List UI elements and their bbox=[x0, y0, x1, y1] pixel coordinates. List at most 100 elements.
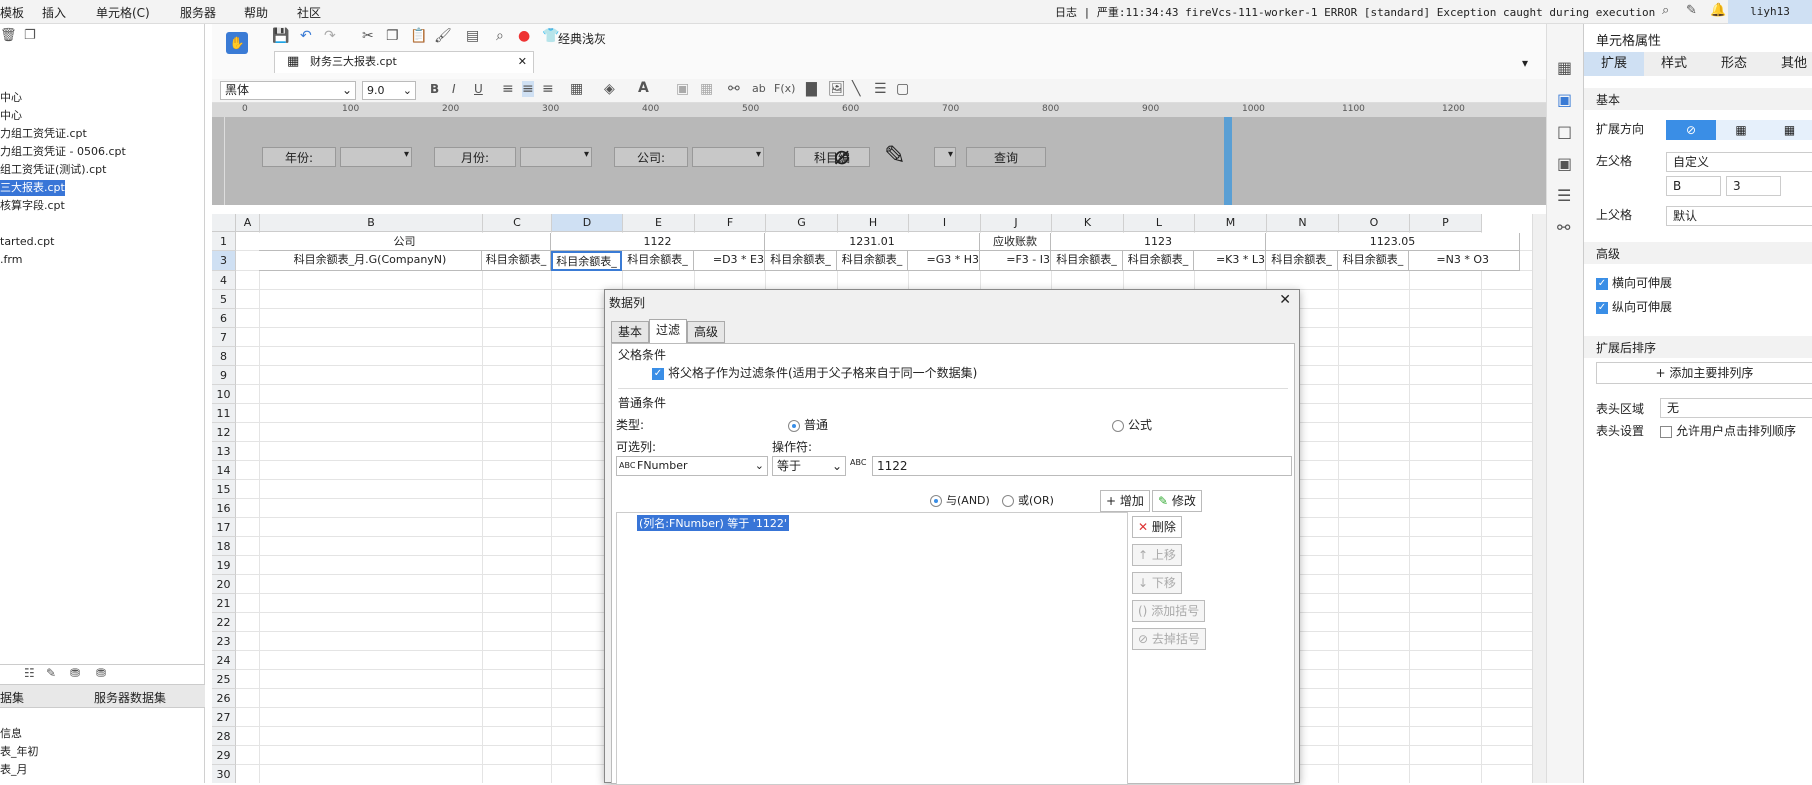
log-message[interactable]: 日志 | 严重:11:34:43 fireVcs-111-worker-1 ER… bbox=[1055, 4, 1655, 20]
tree-item[interactable]: 力组工资凭证.cpt bbox=[0, 126, 87, 142]
cell-G3[interactable]: 科目余额表_ bbox=[765, 251, 837, 271]
cell-B3[interactable]: 科目余额表_月.G(CompanyN) bbox=[259, 251, 482, 271]
cell-D3-selected[interactable]: 科目余额表_ bbox=[551, 251, 622, 271]
tab-other[interactable]: 其他 bbox=[1764, 52, 1812, 76]
column-header-D[interactable]: D bbox=[552, 214, 623, 232]
row-header-17[interactable]: 17 bbox=[212, 518, 236, 537]
type-normal-radio[interactable]: 普通 bbox=[788, 416, 828, 433]
row-header-9[interactable]: 9 bbox=[212, 366, 236, 385]
italic-icon[interactable]: I bbox=[452, 82, 456, 96]
tab-basic[interactable]: 基本 bbox=[611, 321, 650, 343]
allow-sort-checkbox[interactable]: 允许用户点击排列顺序 bbox=[1660, 422, 1796, 439]
cell-C3[interactable]: 科目余额表_ bbox=[482, 251, 551, 271]
column-header-L[interactable]: L bbox=[1124, 214, 1195, 232]
close-icon[interactable]: ✕ bbox=[518, 52, 527, 72]
dataset-icon[interactable]: ☷ bbox=[24, 666, 35, 680]
tree-item[interactable]: 组工资凭证(测试).cpt bbox=[0, 162, 106, 178]
column-header-C[interactable]: C bbox=[483, 214, 552, 232]
menu-template[interactable]: 模板 bbox=[0, 4, 24, 21]
subject-combo[interactable]: ▾ bbox=[934, 147, 956, 167]
row-header-16[interactable]: 16 bbox=[212, 499, 236, 518]
theme-label[interactable]: 经典浅灰 bbox=[558, 30, 606, 47]
bell-icon[interactable]: 🔔 bbox=[1710, 3, 1726, 18]
cell-element-icon[interactable]: ▦ bbox=[1557, 58, 1572, 77]
close-icon[interactable]: ✕ bbox=[1279, 292, 1291, 308]
menu-insert[interactable]: 插入 bbox=[42, 4, 66, 21]
row-header-7[interactable]: 7 bbox=[212, 328, 236, 347]
delete-icon[interactable]: 🗑 bbox=[0, 28, 17, 43]
type-formula-radio[interactable]: 公式 bbox=[1112, 416, 1152, 433]
row-header-28[interactable]: 28 bbox=[212, 727, 236, 746]
move-up-button[interactable]: ↑ 上移 bbox=[1132, 544, 1182, 566]
row-header-6[interactable]: 6 bbox=[212, 309, 236, 328]
cell-P3[interactable]: =N3 * O3 bbox=[1409, 251, 1520, 271]
dataset-item[interactable]: 表_年初 bbox=[0, 744, 39, 760]
tab-file[interactable]: ▦ 财务三大报表.cpt ✕ bbox=[274, 51, 534, 73]
cell-H3[interactable]: 科目余额表_ bbox=[837, 251, 908, 271]
search-icon[interactable]: ⌕ bbox=[1662, 3, 1669, 18]
corner-cell[interactable] bbox=[212, 214, 236, 232]
cell-border-icon[interactable]: ▢ bbox=[896, 81, 909, 97]
link-icon[interactable]: ⚯ bbox=[728, 81, 740, 97]
edit-icon[interactable]: ✎ bbox=[1686, 3, 1697, 18]
row-header-27[interactable]: 27 bbox=[212, 708, 236, 727]
condition-item-selected[interactable]: (列名:FNumber) 等于 '1122' bbox=[637, 515, 789, 531]
tab-server-datasets[interactable]: 服务器数据集 bbox=[94, 689, 166, 706]
tab-advanced[interactable]: 高级 bbox=[687, 321, 726, 343]
menu-server[interactable]: 服务器 bbox=[180, 4, 216, 21]
row-header-23[interactable]: 23 bbox=[212, 632, 236, 651]
menu-help[interactable]: 帮助 bbox=[244, 4, 268, 21]
column-header-F[interactable]: F bbox=[695, 214, 766, 232]
vertical-scrollbar[interactable] bbox=[1532, 214, 1546, 783]
row-header-26[interactable]: 26 bbox=[212, 689, 236, 708]
dataset-item[interactable]: 信息 bbox=[0, 726, 22, 742]
widget-icon[interactable]: ▣ bbox=[1557, 154, 1572, 173]
condition-list[interactable]: (列名:FNumber) 等于 '1122' bbox=[616, 512, 1128, 785]
tab-form[interactable]: 形态 bbox=[1704, 52, 1764, 76]
formula-icon[interactable]: F(x) bbox=[774, 82, 795, 95]
section-basic[interactable]: 基本 bbox=[1584, 88, 1812, 110]
move-down-button[interactable]: ↓ 下移 bbox=[1132, 572, 1182, 594]
column-header-E[interactable]: E bbox=[623, 214, 695, 232]
tab-expand[interactable]: 扩展 bbox=[1584, 52, 1644, 76]
cell-1123-header[interactable]: 1123 bbox=[1051, 233, 1266, 251]
cell-123101-header[interactable]: 1231.01 bbox=[765, 233, 980, 251]
row-header-15[interactable]: 15 bbox=[212, 480, 236, 499]
row-header-11[interactable]: 11 bbox=[212, 404, 236, 423]
remove-bracket-button[interactable]: ⊘ 去掉括号 bbox=[1132, 628, 1206, 650]
tab-style[interactable]: 样式 bbox=[1644, 52, 1704, 76]
bold-icon[interactable]: B bbox=[430, 82, 439, 96]
vertical-expand-icon[interactable]: ▦ bbox=[1716, 120, 1766, 140]
row-header-19[interactable]: 19 bbox=[212, 556, 236, 575]
row-header-4[interactable]: 4 bbox=[212, 271, 236, 290]
column-header-B[interactable]: B bbox=[260, 214, 483, 232]
tree-item[interactable]: 核算字段.cpt bbox=[0, 198, 65, 214]
column-header-M[interactable]: M bbox=[1195, 214, 1267, 232]
tree-item[interactable]: 力组工资凭证 - 0506.cpt bbox=[0, 144, 126, 160]
no-expand-icon[interactable]: ⊘ bbox=[1666, 120, 1716, 140]
column-header-I[interactable]: I bbox=[909, 214, 981, 232]
tree-item-selected[interactable]: 三大报表.cpt bbox=[0, 180, 65, 196]
query-button[interactable]: 查询 bbox=[966, 147, 1046, 167]
parent-filter-checkbox[interactable]: ✓ 将父格子作为过滤条件(适用于父子格来自于同一个数据集) bbox=[652, 364, 977, 381]
row-header-30[interactable]: 30 bbox=[212, 765, 236, 783]
and-radio[interactable]: 与(AND) bbox=[930, 492, 990, 508]
cell-E3[interactable]: 科目余额表_ bbox=[622, 251, 694, 271]
font-size-select[interactable]: 9.0 ⌄ bbox=[362, 81, 416, 100]
copy-icon[interactable]: ❐ bbox=[24, 28, 36, 43]
tree-item[interactable]: 中心 bbox=[0, 90, 22, 106]
underline-icon[interactable]: U bbox=[474, 82, 483, 96]
row-header-3[interactable]: 3 bbox=[212, 251, 236, 271]
text-icon[interactable]: ab bbox=[752, 82, 766, 95]
row-header-10[interactable]: 10 bbox=[212, 385, 236, 404]
cut-icon[interactable]: ✂ bbox=[362, 28, 374, 44]
month-combo[interactable]: ▾ bbox=[520, 147, 592, 167]
slash-icon[interactable]: ╲ bbox=[852, 81, 860, 97]
row-header-24[interactable]: 24 bbox=[212, 651, 236, 670]
save-icon[interactable]: 💾 bbox=[272, 28, 289, 44]
row-header-14[interactable]: 14 bbox=[212, 461, 236, 480]
year-combo[interactable]: ▾ bbox=[340, 147, 412, 167]
row-header-21[interactable]: 21 bbox=[212, 594, 236, 613]
cell-M3[interactable]: =K3 * L3 bbox=[1194, 251, 1266, 271]
top-parent-select[interactable]: 默认 bbox=[1666, 206, 1812, 226]
